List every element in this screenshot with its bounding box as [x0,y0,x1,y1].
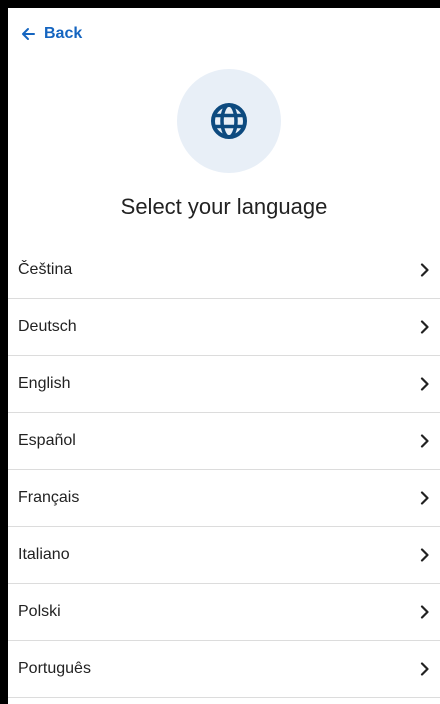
language-item-espanol[interactable]: Español [8,413,440,470]
back-label: Back [44,25,83,42]
chevron-right-icon [420,491,430,505]
language-label: Polski [18,603,61,620]
language-label: English [18,375,71,392]
globe-badge [177,69,281,173]
language-item-polski[interactable]: Polski [8,584,440,641]
language-item-italiano[interactable]: Italiano [8,527,440,584]
language-label: Español [18,432,76,449]
language-item-francais[interactable]: Français [8,470,440,527]
back-button[interactable]: Back [20,22,82,46]
language-item-portugues[interactable]: Português [8,641,440,698]
chevron-right-icon [420,434,430,448]
chevron-right-icon [420,662,430,676]
chevron-right-icon [420,377,430,391]
language-label: Deutsch [18,318,77,335]
language-item-deutsch[interactable]: Deutsch [8,299,440,356]
page-title: Select your language [120,194,328,219]
globe-icon [211,103,247,139]
language-item-english[interactable]: English [8,356,440,413]
language-list: Čeština Deutsch English Español Français [8,242,440,698]
language-label: Português [18,660,91,677]
chevron-right-icon [420,263,430,277]
language-screen: Back Select your language Čeština Deutsc… [8,8,440,704]
language-label: Čeština [18,261,73,278]
arrow-left-icon [20,26,36,42]
language-label: Italiano [18,546,70,563]
language-item-cestina[interactable]: Čeština [8,242,440,299]
language-label: Français [18,489,80,506]
chevron-right-icon [420,605,430,619]
chevron-right-icon [420,548,430,562]
chevron-right-icon [420,320,430,334]
